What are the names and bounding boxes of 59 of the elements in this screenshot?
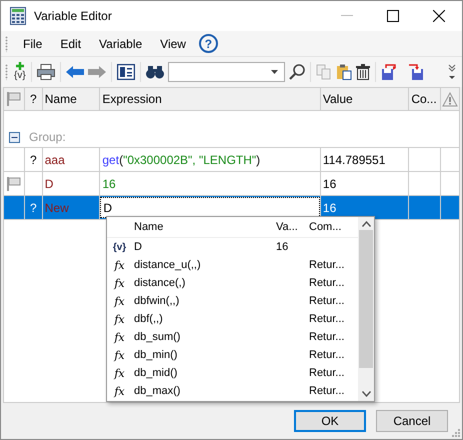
- table-cell: 16: [322, 176, 336, 190]
- menu-item[interactable]: Variable: [90, 36, 152, 50]
- maximize-icon[interactable]: [387, 10, 399, 22]
- redo-icon[interactable]: [88, 66, 106, 78]
- dropdown-arrow-icon: [270, 70, 278, 74]
- collapse-icon[interactable]: [9, 132, 20, 142]
- scrollbar-thumb[interactable]: [359, 230, 373, 368]
- table-cell: ?: [30, 200, 37, 214]
- overflow-chevron-icon[interactable]: [448, 64, 456, 80]
- menu-item[interactable]: Edit: [51, 36, 90, 50]
- suggestion-item[interactable]: fx db_sum() Retur...: [107, 328, 358, 346]
- suggestion-item[interactable]: fx db_min() Retur...: [107, 346, 358, 364]
- column-header[interactable]: Expression: [100, 88, 321, 110]
- scroll-up-icon[interactable]: [362, 221, 370, 227]
- table-cell: 16: [102, 176, 116, 190]
- column-header[interactable]: ?: [24, 88, 43, 110]
- column-header: Va...: [276, 221, 299, 233]
- calculator-icon: [10, 7, 26, 25]
- table-cell: get("0x300002B", "LENGTH"): [102, 152, 260, 166]
- resize-grip-icon[interactable]: [452, 429, 460, 437]
- binoculars-icon[interactable]: [146, 65, 164, 79]
- window-title: Variable Editor: [34, 9, 113, 23]
- table-cell: 16: [322, 200, 336, 214]
- column-header[interactable]: Value: [320, 88, 410, 110]
- suggestion-item[interactable]: fx distance(,) Retur...: [107, 274, 358, 292]
- table-cell: New: [44, 200, 69, 214]
- column-header[interactable]: Co...: [409, 88, 442, 110]
- column-header: Name: [133, 221, 164, 233]
- suggestion-item[interactable]: fx distance_u(,,) Retur...: [107, 256, 358, 274]
- group-label: Group:: [29, 130, 66, 144]
- properties-icon[interactable]: [116, 64, 135, 80]
- undo-icon[interactable]: [66, 66, 84, 78]
- table-cell: D: [44, 176, 54, 190]
- ok-button[interactable]: OK: [294, 410, 366, 432]
- table-row[interactable]: ? aaa get("0x300002B", "LENGTH") 114.789551: [4, 148, 459, 172]
- scrollbar[interactable]: [358, 217, 374, 401]
- table-cell: 114.789551: [322, 152, 386, 166]
- paste-icon[interactable]: [336, 64, 352, 80]
- suggestion-item[interactable]: fx db_max() Retur...: [107, 382, 358, 400]
- table-cell: aaa: [44, 152, 65, 166]
- flag-icon: [6, 92, 21, 106]
- scroll-down-icon[interactable]: [362, 391, 370, 397]
- expression-input[interactable]: D: [100, 197, 320, 218]
- cancel-button[interactable]: Cancel: [376, 410, 448, 432]
- printer-icon[interactable]: [36, 64, 55, 80]
- menu-item[interactable]: View: [151, 36, 195, 50]
- table-cell: ?: [30, 152, 37, 166]
- column-header[interactable]: Name: [42, 88, 100, 110]
- menu-item[interactable]: File: [14, 36, 52, 50]
- suggestion-item[interactable]: fx dbf(,,) Retur...: [107, 310, 358, 328]
- suggestion-item[interactable]: {v} D 16: [107, 238, 358, 256]
- search-icon[interactable]: [288, 64, 305, 80]
- close-icon[interactable]: [433, 10, 445, 22]
- table-row[interactable]: ? New D 16: [4, 196, 459, 220]
- suggestion-item[interactable]: fx dbfwin(,,) Retur...: [107, 292, 358, 310]
- suggestion-item[interactable]: fx db_mid() Retur...: [107, 364, 358, 382]
- trash-icon[interactable]: [356, 64, 370, 80]
- column-header: Com...: [309, 221, 342, 233]
- help-icon[interactable]: ?: [198, 34, 218, 53]
